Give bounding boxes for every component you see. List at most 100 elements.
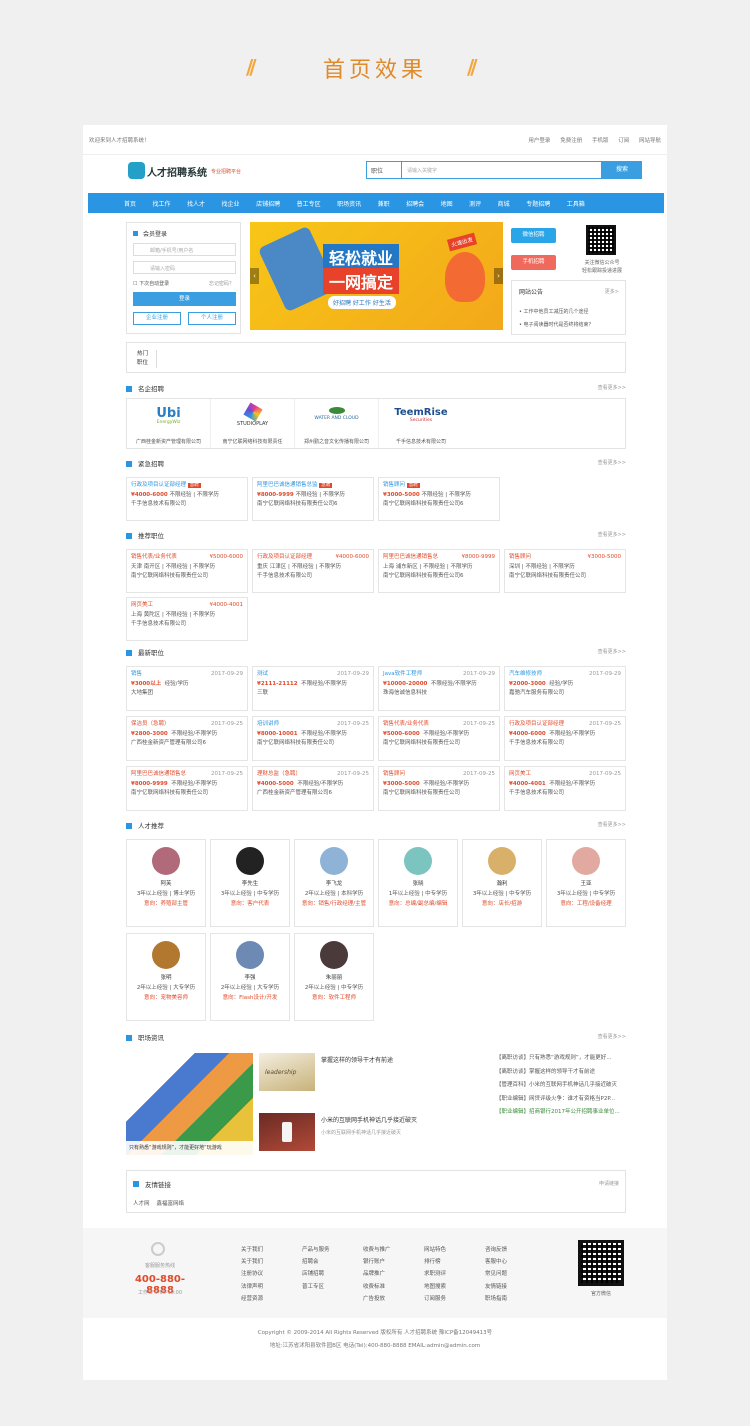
nav-item[interactable]: 兼职 [378,199,390,208]
news-feature-image[interactable]: 只有熟悉“游戏规则”，才能更好地“玩游戏 [126,1053,253,1155]
footer-link[interactable]: 地图搜索 [424,1281,446,1293]
talent-name[interactable]: 张晓 [379,879,457,889]
username-field[interactable]: 邮箱/手机号/用户名 [133,243,236,256]
latest-job-card[interactable]: 销售顾问 2017-09-25 ¥3000-5000 不限经验/不限学历 南宁亿… [378,766,500,811]
talent-name[interactable]: 朱丽丽 [295,973,373,983]
talent-name[interactable]: 张明 [127,973,205,983]
footer-link[interactable]: 客服中心 [485,1256,507,1268]
talent-card[interactable]: 李强 2年以上经验 | 大专学历 意向：Flash设计/开发 [210,933,290,1021]
forgot-password-link[interactable]: 忘记密码？ [209,280,234,287]
latest-job-card[interactable]: 汽车维修技师 2017-09-29 ¥2000-3000 经验/学历 嘉驰汽车服… [504,666,626,711]
footer-link[interactable]: 关于我们 [241,1256,263,1268]
footer-link[interactable]: 收费标准 [363,1281,391,1293]
register-link[interactable]: 免费注册 [560,138,582,144]
nav-item[interactable]: 地图 [441,199,453,208]
nav-item[interactable]: 店铺招聘 [256,199,280,208]
famous-company-card[interactable]: TeemRise Securities 千手信息技术有限公司 [379,399,463,448]
wechat-recruit-button[interactable]: 微信招聘 [511,228,556,243]
talent-card[interactable]: 张晓 1年以上经验 | 中专学历 意向：总编/副总编/编辑 [378,839,458,927]
urgent-job-card[interactable]: 销售顾问 急聘 ¥3000-5000 不限经验 | 不限学历 南宁亿联网络科技有… [378,477,500,521]
footer-link[interactable]: 网站特色 [424,1244,446,1256]
footer-link[interactable]: 注册协议 [241,1268,263,1280]
banner[interactable]: ‹ › 轻松就业 一网搞定 好招聘 好工作 好生活 火速出发 [250,222,503,330]
nav-item[interactable]: 测评 [469,199,481,208]
news-leadership-image[interactable]: leadership [259,1053,315,1091]
talent-card[interactable]: 张明 2年以上经验 | 大专学历 意向：宠物美容师 [126,933,206,1021]
recommend-more-link[interactable]: 查看更多>> [598,531,626,538]
job-title[interactable]: 阿里巴巴诚信通销售总监 [257,482,318,488]
nav-item[interactable]: 招聘会 [406,199,424,208]
friend-link[interactable]: 鑫福富网络 [157,1201,185,1207]
latest-job-card[interactable]: 网页美工 2017-09-25 ¥4000-4001 不限经验/不限学历 千手信… [504,766,626,811]
friend-link[interactable]: 人才网 [133,1201,150,1207]
news-list-item[interactable]: 【职业编辑】招商银行2017年公开招聘事业单位... [496,1106,628,1120]
talent-card[interactable]: 朱丽丽 2年以上经验 | 中专学历 意向：软件工程师 [294,933,374,1021]
footer-link[interactable]: 咨询反馈 [485,1244,507,1256]
mobile-link[interactable]: 手机版 [592,138,609,144]
famous-company-card[interactable]: STUDIOPLAY 南宁亿联网络科技有限责任 [211,399,295,448]
remember-checkbox[interactable]: ☐ 下次自动登录 [133,280,169,287]
footer-link[interactable]: 招聘会 [302,1256,330,1268]
footer-link[interactable]: 普工专区 [302,1281,330,1293]
talent-card[interactable]: 李先生 3年以上经验 | 中专学历 意向：客户代表 [210,839,290,927]
talent-name[interactable]: 李先生 [211,879,289,889]
news-phone-image[interactable] [259,1113,315,1151]
news-more-link[interactable]: 查看更多>> [598,1033,626,1040]
notice-item[interactable]: • 电子阅读器时代是否终将结束？ [519,319,594,332]
person-register-button[interactable]: 个人注册 [188,312,236,325]
talent-name[interactable]: 李强 [211,973,289,983]
footer-link[interactable]: 订阅服务 [424,1293,446,1305]
news-feature-caption[interactable]: 只有熟悉“游戏规则”，才能更好地“玩游戏 [126,1141,253,1155]
talent-card[interactable]: 李飞龙 2年以上经验 | 本科学历 意向：销售/行政经理/主管 [294,839,374,927]
talent-card[interactable]: 瀚利 3年以上经验 | 中专学历 意向：店长/招游 [462,839,542,927]
recommend-job-card[interactable]: 销售顾问 ¥3000-5000 深圳 | 不限经验 | 不限学历 南宁亿联网络科技有限… [504,549,626,593]
login-link[interactable]: 用户登录 [528,138,550,144]
news-item-title[interactable]: 掌握这样的领导干才有前途 [321,1055,393,1064]
talent-card[interactable]: 王亚 3年以上经验 | 中专学历 意向：工程/设备经理 [546,839,626,927]
footer-link[interactable]: 经营资源 [241,1293,263,1305]
footer-link[interactable]: 友情链接 [485,1281,507,1293]
footer-link[interactable]: 排行榜 [424,1256,446,1268]
recommend-job-card[interactable]: 销售代表/业务代表 ¥5000-6000 天津 南开区 | 不限经验 | 不限学历南… [126,549,248,593]
news-list-item[interactable]: 【职业编辑】网贷评级火争：谁才有资格当P2P... [496,1093,628,1107]
footer-link[interactable]: 法律声明 [241,1281,263,1293]
recommend-job-card[interactable]: 阿里巴巴诚信通销售总 ¥8000-9999 上海 浦东新区 | 不限经验 | 不限学… [378,549,500,593]
footer-link[interactable]: 收费与推广 [363,1244,391,1256]
talent-name[interactable]: 瀚利 [463,879,541,889]
talent-name[interactable]: 李飞龙 [295,879,373,889]
footer-link[interactable]: 职场指南 [485,1293,507,1305]
latest-job-card[interactable]: 销售代表/业务代表 2017-09-25 ¥5000-6000 不限经验/不限学… [378,716,500,761]
footer-link[interactable]: 常见问题 [485,1268,507,1280]
talent-card[interactable]: 阿芙 3年以上经验 | 博士学历 意向：养殖部主管 [126,839,206,927]
job-title[interactable]: 销售顾问 [383,482,405,488]
footer-link[interactable]: 产品与服务 [302,1244,330,1256]
nav-item[interactable]: 找企业 [222,199,240,208]
urgent-job-card[interactable]: 阿里巴巴诚信通销售总监 急聘 ¥8000-9999 不限经验 | 不限学历 南宁… [252,477,374,521]
recommend-job-card[interactable]: 网页美工 ¥4000-4001 上海 黄陀区 | 不限经验 | 不限学历 千手信息技术… [126,597,248,641]
latest-job-card[interactable]: 销售 2017-09-29 ¥3000以上 经验/学历 大地集团 [126,666,248,711]
latest-job-card[interactable]: 测试 2017-09-29 ¥2111-21112 不限经验/不限学历 三联 [252,666,374,711]
footer-link[interactable]: 银行账户 [363,1256,391,1268]
subscribe-link[interactable]: 订阅 [618,138,629,144]
news-item-title[interactable]: 小米的互联网手机神话几乎接近破灭 [321,1115,417,1124]
footer-link[interactable]: 关于我们 [241,1244,263,1256]
urgent-job-card[interactable]: 行政及项目认证部经理 急聘 ¥4000-6000 不限经验 | 不限学历 千手信… [126,477,248,521]
sitemap-link[interactable]: 网站导航 [639,138,661,144]
nav-item[interactable]: 商城 [498,199,510,208]
nav-item[interactable]: 专题招聘 [526,199,550,208]
nav-item[interactable]: 职场资讯 [337,199,361,208]
footer-link[interactable]: 求职测评 [424,1268,446,1280]
recommend-job-card[interactable]: 行政及项目认证部经理 ¥4000-6000 重庆 江津区 | 不限经验 | 不限学历… [252,549,374,593]
nav-item[interactable]: 普工专区 [297,199,321,208]
latest-job-card[interactable]: 理财总监（急聘） 2017-09-25 ¥4000-5000 不限经验/不限学历… [252,766,374,811]
famous-company-card[interactable]: Ubi EnergyWiz 广西桂金新资产管理有限公司 [127,399,211,448]
mobile-recruit-button[interactable]: 手机招聘 [511,255,556,270]
news-list-item[interactable]: 【管理百科】小米的互联网手机神话几乎接近破灭 [496,1079,628,1093]
talent-name[interactable]: 阿芙 [127,879,205,889]
login-button[interactable]: 登录 [133,292,236,306]
latest-job-card[interactable]: 培训讲师 2017-09-25 ¥8000-10001 不限经验/不限学历 南宁… [252,716,374,761]
latest-job-card[interactable]: 保洁员（急聘） 2017-09-25 ¥2800-3000 不限经验/不限学历 … [126,716,248,761]
famous-company-card[interactable]: WATER AND CLOUD 郑州勤之音文化传播有限公司 [295,399,379,448]
search-input[interactable]: 请输入关键字 [402,161,602,179]
logo-text[interactable]: 人才招聘系统 [147,164,207,179]
